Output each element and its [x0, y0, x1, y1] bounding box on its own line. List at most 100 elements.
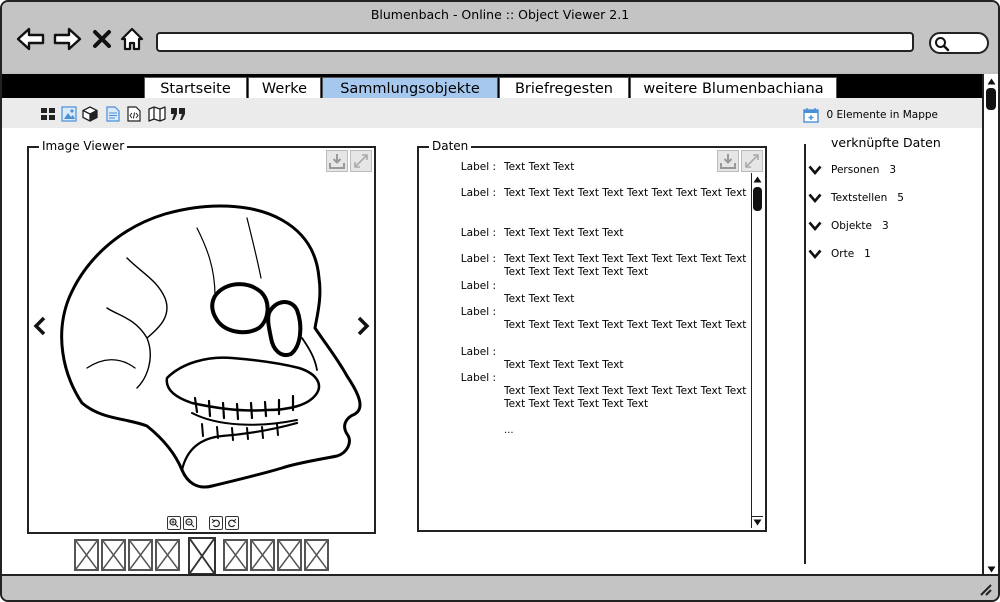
- image-icon[interactable]: [61, 106, 77, 122]
- data-value: Text Text Text Text Text Text Text Text …: [504, 385, 747, 410]
- thumbnail[interactable]: [223, 539, 248, 571]
- document-icon[interactable]: [105, 106, 121, 122]
- home-icon[interactable]: [118, 24, 146, 54]
- scroll-up-arrow[interactable]: [752, 173, 763, 185]
- stop-icon[interactable]: [90, 24, 114, 54]
- fullscreen-button[interactable]: [350, 150, 372, 172]
- chevron-down-icon: [808, 249, 822, 259]
- calendar-add-icon: [802, 108, 819, 123]
- zoom-controls: [167, 516, 197, 530]
- data-label: Label :: [460, 187, 496, 199]
- data-label: Label :: [460, 253, 496, 265]
- thumbnail[interactable]: [155, 539, 180, 571]
- zoom-in-button[interactable]: [167, 516, 181, 530]
- window-scroll-up[interactable]: [985, 75, 997, 87]
- resize-grip-icon[interactable]: [978, 582, 992, 596]
- zoom-out-icon: [185, 518, 195, 528]
- data-label: Label :: [460, 227, 496, 239]
- window-scroll-thumb[interactable]: [986, 88, 996, 110]
- tab-label: Startseite: [160, 80, 231, 97]
- previous-image-arrow[interactable]: [33, 316, 47, 340]
- chevron-right-icon: [357, 316, 370, 336]
- thumbnail[interactable]: [101, 539, 126, 571]
- scroll-thumb[interactable]: [753, 187, 762, 211]
- thumbnail[interactable]: [74, 539, 99, 571]
- rotate-right-button[interactable]: [225, 516, 239, 530]
- related-item-orte[interactable]: Orte 1: [808, 248, 871, 260]
- main-content: 0 Elemente in Mappe Image Viewer Daten L…: [2, 98, 982, 576]
- related-item-objekte[interactable]: Objekte 3: [808, 220, 889, 232]
- rotate-right-icon: [228, 518, 237, 528]
- browser-window: Blumenbach - Online :: Object Viewer 2.1…: [0, 0, 1000, 602]
- related-item-count: 3: [881, 220, 889, 232]
- triangle-down-icon: [987, 566, 995, 572]
- chevron-left-icon: [33, 316, 46, 336]
- rotate-controls: [209, 516, 239, 530]
- triangle-up-icon: [987, 78, 995, 84]
- tab-sammlungsobjekte[interactable]: Sammlungsobjekte: [322, 77, 498, 99]
- data-value: Text Text Text Text Text Text Text Text …: [504, 319, 747, 331]
- related-item-label: Textstellen: [831, 192, 888, 204]
- daten-scrollbar[interactable]: [751, 173, 763, 528]
- rotate-left-button[interactable]: [209, 516, 223, 530]
- daten-title: Daten: [429, 139, 472, 153]
- tab-startseite[interactable]: Startseite: [144, 77, 247, 99]
- tab-briefregesten[interactable]: Briefregesten: [499, 77, 629, 99]
- data-label: Label :: [460, 280, 496, 292]
- title-bar: Blumenbach - Online :: Object Viewer 2.1: [2, 2, 998, 72]
- tab-werke[interactable]: Werke: [248, 77, 321, 99]
- address-bar[interactable]: [156, 32, 914, 52]
- window-title: Blumenbach - Online :: Object Viewer 2.1: [370, 7, 630, 22]
- thumbnail[interactable]: [277, 539, 302, 571]
- related-item-count: 1: [864, 248, 871, 260]
- related-data-title: verknüpfte Daten: [831, 135, 941, 150]
- rotate-left-icon: [211, 518, 220, 528]
- back-icon[interactable]: [16, 24, 46, 54]
- more-ellipsis: ...: [504, 425, 514, 436]
- zoom-in-icon: [169, 518, 179, 528]
- window-scrollbar[interactable]: [982, 74, 998, 576]
- related-item-textstellen[interactable]: Textstellen 5: [808, 192, 904, 204]
- download-button[interactable]: [326, 150, 348, 172]
- data-label: Label :: [460, 161, 496, 173]
- main-tab-bar: Startseite Werke Sammlungsobjekte Briefr…: [2, 74, 982, 99]
- related-item-label: Orte: [831, 248, 855, 260]
- data-value: Text Text Text: [504, 161, 575, 173]
- code-document-icon[interactable]: [126, 106, 142, 122]
- thumbnail[interactable]: [128, 539, 153, 571]
- scroll-down-arrow[interactable]: [752, 516, 763, 528]
- thumbnail[interactable]: [250, 539, 275, 571]
- chevron-down-icon: [808, 221, 822, 231]
- tab-label: Briefregesten: [514, 80, 613, 97]
- related-item-personen[interactable]: Personen 3: [808, 164, 896, 176]
- cube-icon[interactable]: [82, 106, 98, 122]
- forward-icon[interactable]: [52, 24, 82, 54]
- tab-weitere-blumenbachiana[interactable]: weitere Blumenbachiana: [630, 77, 837, 99]
- status-bar: [2, 574, 998, 600]
- tab-label: Sammlungsobjekte: [340, 80, 480, 97]
- related-divider: [804, 144, 806, 564]
- quote-icon[interactable]: [170, 106, 186, 122]
- data-value: Text Text Text: [504, 293, 575, 305]
- chevron-down-icon: [808, 165, 822, 175]
- data-value: Text Text Text Text Text: [504, 227, 624, 239]
- map-icon[interactable]: [148, 106, 166, 122]
- image-viewer-panel: Image Viewer: [27, 139, 376, 534]
- related-item-count: 5: [897, 192, 904, 204]
- browser-search-box[interactable]: [929, 32, 989, 54]
- image-viewer-title: Image Viewer: [39, 139, 128, 153]
- data-value: Text Text Text Text Text Text Text Text …: [504, 187, 747, 199]
- thumbnail[interactable]: [304, 539, 329, 571]
- next-image-arrow[interactable]: [356, 316, 370, 340]
- zoom-out-button[interactable]: [183, 516, 197, 530]
- grid-icon[interactable]: [40, 106, 56, 122]
- data-label: Label :: [460, 346, 496, 358]
- thumbnail-selected[interactable]: [188, 537, 216, 575]
- triangle-down-icon: [753, 519, 762, 526]
- mappe-count-text: 0 Elemente in Mappe: [826, 109, 938, 121]
- chevron-down-icon: [808, 193, 822, 203]
- view-toolbar: 0 Elemente in Mappe: [2, 98, 982, 128]
- tab-label: Werke: [261, 80, 308, 97]
- mappe-indicator[interactable]: 0 Elemente in Mappe: [802, 107, 938, 123]
- data-label: Label :: [460, 372, 496, 384]
